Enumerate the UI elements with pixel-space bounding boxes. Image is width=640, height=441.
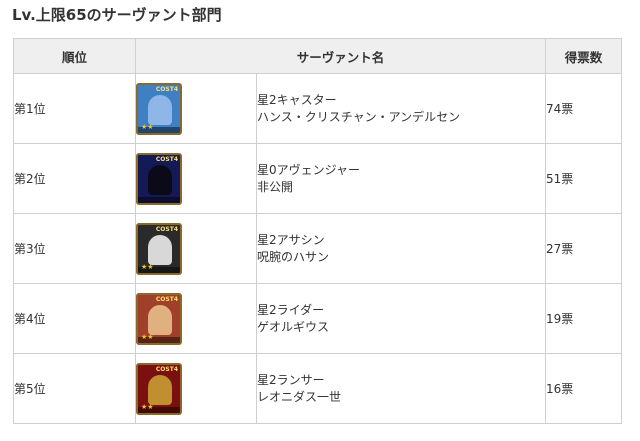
cost-label: COST4	[155, 155, 178, 163]
servant-figure	[148, 304, 172, 335]
servant-name-cell: 星2ランサー レオニダス一世	[255, 353, 547, 424]
servant-card-image[interactable]: COST4 ★★	[136, 222, 182, 275]
votes-cell: 16票	[545, 353, 623, 424]
servant-image-cell: COST4	[135, 143, 257, 214]
cost-label: COST4	[155, 365, 178, 373]
votes-cell: 19票	[545, 283, 623, 354]
servant-figure	[148, 164, 172, 195]
servant-card-image[interactable]: COST4	[136, 152, 182, 205]
servant-class: 星2アサシン	[257, 232, 325, 247]
servant-name: 呪腕のハサン	[257, 249, 330, 264]
servant-card-image[interactable]: COST4 ★★	[136, 362, 182, 415]
rarity-stars-icon: ★★	[141, 402, 154, 411]
rank-cell: 第2位	[13, 143, 136, 214]
servant-class: 星2キャスター	[257, 92, 337, 107]
header-rank: 順位	[13, 38, 136, 74]
rank-cell: 第4位	[13, 283, 136, 354]
rank-cell: 第5位	[13, 353, 136, 424]
cost-label: COST4	[155, 225, 178, 233]
servant-image-cell: COST4 ★★	[135, 283, 257, 354]
rank-cell: 第1位	[13, 73, 136, 144]
servant-figure	[148, 374, 172, 405]
table-row: 第2位 COST4 星0アヴェンジャー 非公開 51票	[13, 143, 623, 214]
rarity-stars-icon: ★★	[141, 332, 154, 341]
servant-image-cell: COST4 ★★	[135, 213, 257, 284]
servant-name-cell: 星2キャスター ハンス・クリスチャン・アンデルセン	[255, 73, 547, 144]
table-row: 第1位 COST4 ★★ 星2キャスター ハンス・クリスチャン・アンデルセン 7…	[13, 73, 623, 144]
cost-label: COST4	[155, 85, 178, 93]
servant-name-cell: 星2ライダー ゲオルギウス	[255, 283, 547, 354]
servant-card-image[interactable]: COST4 ★★	[136, 292, 182, 345]
servant-name: ゲオルギウス	[257, 319, 330, 334]
votes-cell: 27票	[545, 213, 623, 284]
servant-name: レオニダス一世	[257, 389, 342, 404]
servant-figure	[148, 234, 172, 265]
cost-label: COST4	[155, 295, 178, 303]
servant-class: 星2ライダー	[257, 302, 325, 317]
card-bottom-bar	[138, 196, 180, 203]
servant-card-image[interactable]: COST4 ★★	[136, 82, 182, 135]
table-row: 第5位 COST4 ★★ 星2ランサー レオニダス一世 16票	[13, 353, 623, 424]
servant-class: 星0アヴェンジャー	[257, 162, 361, 177]
servant-name: 非公開	[257, 179, 294, 194]
section-title: Lv.上限65のサーヴァント部門	[12, 6, 222, 24]
servant-figure	[148, 94, 172, 125]
votes-cell: 51票	[545, 143, 623, 214]
header-servant-name: サーヴァント名	[134, 38, 547, 74]
servant-name-cell: 星2アサシン 呪腕のハサン	[255, 213, 547, 284]
servant-class: 星2ランサー	[257, 372, 325, 387]
table-header-row: 順位 サーヴァント名 得票数	[13, 38, 623, 74]
servant-image-cell: COST4 ★★	[135, 73, 257, 144]
rank-cell: 第3位	[13, 213, 136, 284]
votes-cell: 74票	[545, 73, 623, 144]
servant-name-cell: 星0アヴェンジャー 非公開	[255, 143, 547, 214]
servant-image-cell: COST4 ★★	[135, 353, 257, 424]
ranking-table: 順位 サーヴァント名 得票数 第1位 COST4 ★★ 星2キャスター ハンス・…	[13, 38, 623, 424]
servant-name: ハンス・クリスチャン・アンデルセン	[257, 109, 461, 124]
table-row: 第3位 COST4 ★★ 星2アサシン 呪腕のハサン 27票	[13, 213, 623, 284]
header-votes: 得票数	[545, 38, 623, 74]
rarity-stars-icon: ★★	[141, 262, 154, 271]
rarity-stars-icon: ★★	[141, 122, 154, 131]
table-row: 第4位 COST4 ★★ 星2ライダー ゲオルギウス 19票	[13, 283, 623, 354]
